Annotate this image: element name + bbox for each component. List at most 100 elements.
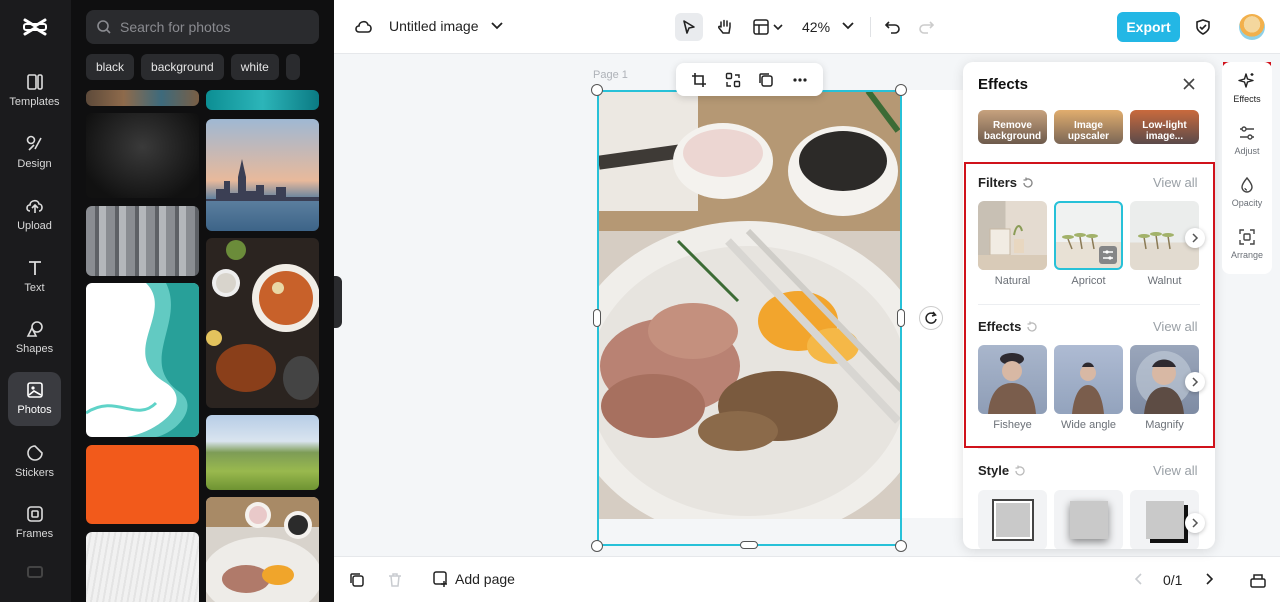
rail-item-photos[interactable]: Photos (8, 372, 61, 426)
delete-page-icon[interactable] (386, 571, 404, 589)
bottom-bar: Add page 0/1 (334, 556, 1280, 602)
next-page-chevron-icon[interactable] (1201, 571, 1217, 587)
panel-collapse-handle[interactable] (334, 276, 342, 328)
photo-thumb-city-skyline[interactable] (206, 119, 319, 231)
tool-image-upscaler[interactable]: Image upscaler (1054, 110, 1123, 144)
style-card-outline[interactable] (978, 490, 1047, 549)
cloud-save-icon[interactable] (354, 17, 374, 37)
resize-handle-left[interactable] (593, 309, 601, 327)
photo-thumb-orange-solid[interactable] (86, 445, 199, 524)
effect-card-wide-angle[interactable] (1054, 345, 1123, 414)
rail-label: Stickers (14, 467, 55, 479)
right-rail-opacity[interactable]: Opacity (1222, 166, 1272, 218)
filters-view-all[interactable]: View all (1153, 175, 1198, 190)
duplicate-icon[interactable] (758, 72, 774, 88)
layers-icon[interactable] (1249, 571, 1267, 589)
export-button[interactable]: Export (1117, 12, 1180, 42)
filters-next-button[interactable] (1185, 228, 1205, 248)
page-label: Page 1 (593, 69, 628, 81)
reset-icon[interactable] (1026, 321, 1038, 333)
resize-handle-right[interactable] (897, 309, 905, 327)
resize-handle-bottom-left[interactable] (591, 540, 603, 552)
rail-label: Text (24, 282, 45, 294)
effect-label-fisheye: Fisheye (993, 419, 1032, 431)
resize-handle-top-right[interactable] (895, 84, 907, 96)
rail-item-shapes[interactable]: Shapes (8, 311, 61, 365)
search-bar[interactable] (86, 10, 319, 44)
tool-low-light-image[interactable]: Low-light image... (1130, 110, 1199, 144)
right-rail-label: Opacity (1231, 198, 1263, 208)
rail-item-design[interactable]: Design (8, 126, 61, 180)
photo-thumb-green-landscape[interactable] (206, 415, 319, 490)
title-dropdown-chevron-icon[interactable] (489, 18, 505, 34)
crop-icon[interactable] (691, 72, 707, 88)
add-page-icon (433, 571, 447, 587)
effects-view-all[interactable]: View all (1153, 319, 1198, 334)
close-icon[interactable] (1181, 76, 1197, 92)
rail-item-templates[interactable]: Templates (8, 64, 61, 118)
page-copy-icon[interactable] (348, 571, 366, 589)
avatar[interactable] (1239, 14, 1265, 40)
style-view-all[interactable]: View all (1153, 463, 1198, 478)
right-rail-effects[interactable]: Effects (1222, 62, 1272, 114)
select-tool-button[interactable] (675, 13, 703, 41)
add-page-button[interactable]: Add page (433, 571, 515, 587)
document-title[interactable]: Untitled image (389, 18, 479, 34)
photo-thumb-teal-waves[interactable] (86, 283, 199, 437)
layout-dropdown-button[interactable] (749, 13, 789, 41)
filter-card-apricot[interactable] (1054, 201, 1123, 270)
photo-thumb-stones[interactable] (86, 90, 199, 106)
toolbar-divider (870, 17, 871, 37)
style-next-button[interactable] (1185, 513, 1205, 533)
effects-section-title: Effects (978, 319, 1038, 334)
effect-card-fisheye[interactable] (978, 345, 1047, 414)
resize-handle-bottom[interactable] (740, 541, 758, 549)
rail-item-upload[interactable]: Upload (8, 188, 61, 242)
undo-icon[interactable] (883, 17, 903, 37)
rail-label: Design (17, 158, 52, 170)
search-input[interactable] (120, 19, 310, 35)
photo-thumb-steak-dish[interactable] (206, 497, 319, 602)
resize-handle-top-left[interactable] (591, 84, 603, 96)
style-outline-preview (993, 501, 1032, 539)
prev-page-chevron-icon[interactable] (1131, 571, 1147, 587)
reset-icon[interactable] (1022, 177, 1034, 189)
style-card-shadow[interactable] (1054, 490, 1123, 549)
rotate-handle[interactable] (919, 306, 943, 330)
shield-icon[interactable] (1193, 17, 1213, 37)
photo-thumb-dark-texture[interactable] (86, 113, 199, 198)
hand-tool-button[interactable] (711, 13, 739, 41)
reset-icon[interactable] (1014, 465, 1026, 477)
steak-dish-art (206, 497, 319, 602)
more-options-icon[interactable] (792, 72, 808, 88)
capcut-logo-icon[interactable] (22, 14, 48, 40)
photos-icon (26, 382, 43, 398)
photo-thumb-teal-water[interactable] (206, 90, 319, 110)
zoom-level[interactable]: 42% (802, 19, 830, 35)
search-icon (97, 20, 111, 34)
right-rail-adjust[interactable]: Adjust (1222, 114, 1272, 166)
zoom-dropdown-chevron-icon[interactable] (840, 18, 856, 34)
photo-thumb-temple-pillars[interactable] (86, 206, 199, 276)
chip-more[interactable] (285, 54, 300, 80)
effects-sparkle-icon (1238, 73, 1254, 88)
chip-background[interactable]: background (141, 54, 224, 80)
tool-remove-background[interactable]: Remove background (978, 110, 1047, 144)
flip-icon[interactable] (725, 72, 741, 88)
effects-next-button[interactable] (1185, 372, 1205, 392)
chip-black[interactable]: black (86, 54, 135, 80)
chip-white[interactable]: white (230, 54, 279, 80)
filter-card-natural[interactable] (978, 201, 1047, 270)
rail-item-frames[interactable]: Frames (8, 496, 61, 550)
effect-label-magnify: Magnify (1145, 419, 1184, 431)
resize-handle-bottom-right[interactable] (895, 540, 907, 552)
apricot-filter-art (1062, 233, 1117, 264)
redo-icon[interactable] (916, 17, 936, 37)
rail-item-text[interactable]: Text (8, 250, 61, 304)
rail-item-stickers[interactable]: Stickers (8, 435, 61, 489)
photo-thumb-ramen-meal[interactable] (206, 238, 319, 408)
photo-thumb-white-texture[interactable] (86, 532, 199, 602)
more-tools-icon[interactable] (27, 566, 43, 578)
right-rail-arrange[interactable]: Arrange (1222, 218, 1272, 270)
filter-label-apricot: Apricot (1071, 275, 1106, 287)
